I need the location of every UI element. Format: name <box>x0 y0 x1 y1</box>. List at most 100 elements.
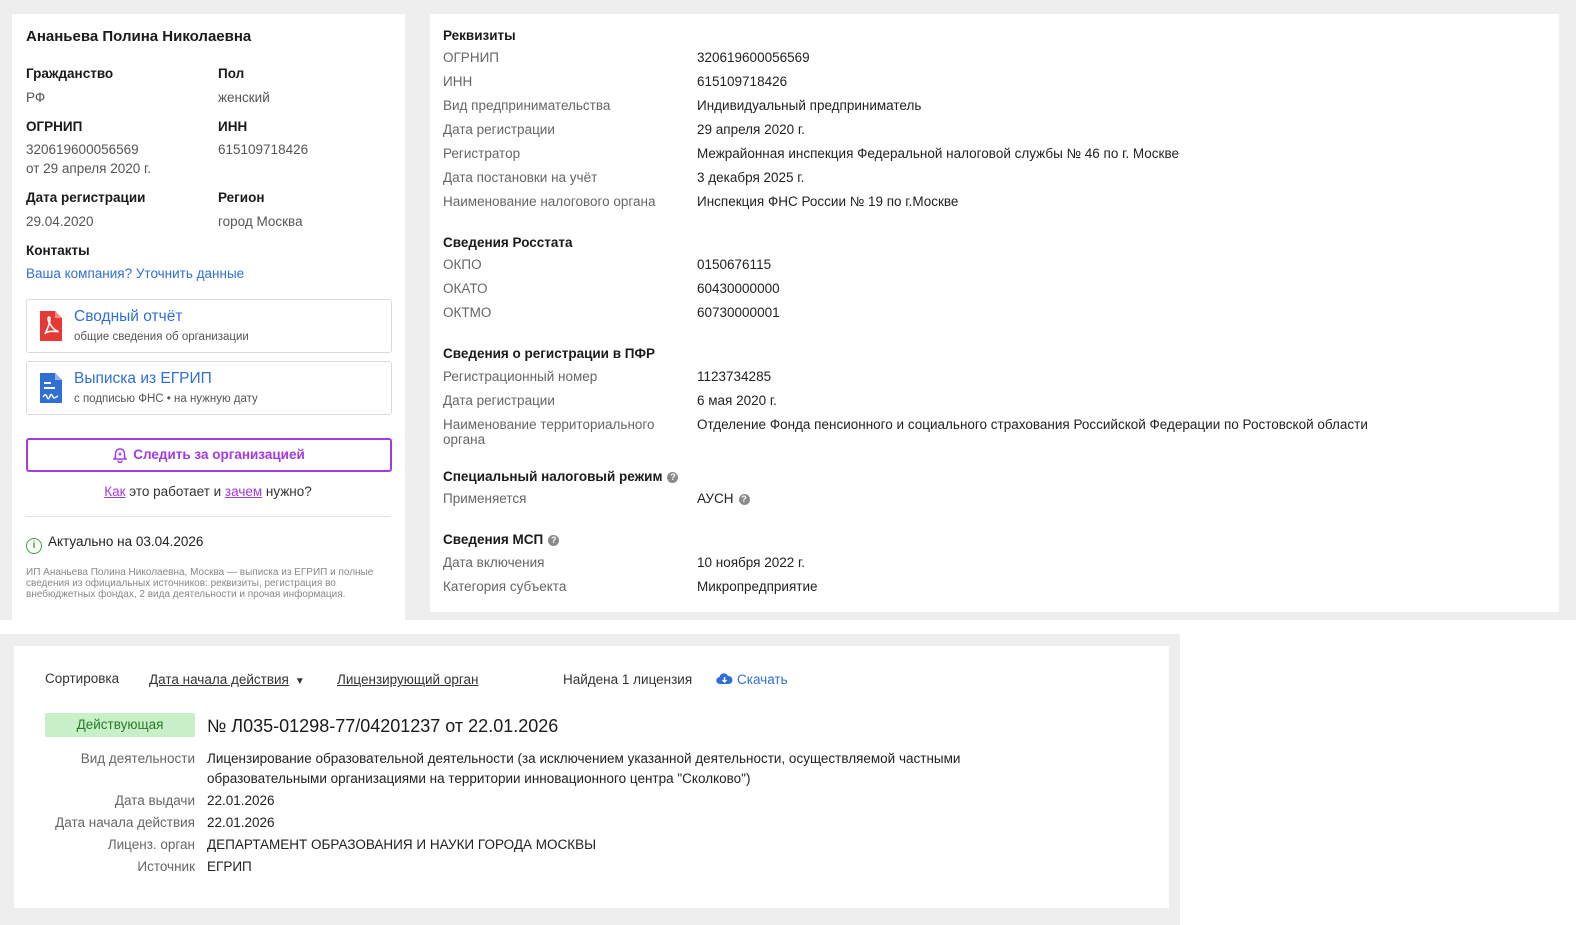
tax-regime-label: Применяется <box>443 491 527 506</box>
egrip-extract-card[interactable]: Выписка из ЕГРИП с подписью ФНС • на нуж… <box>26 361 392 415</box>
req-row-label: Вид предпринимательства <box>443 98 611 113</box>
summary-report-subtitle: общие сведения об организации <box>74 331 249 343</box>
egrip-extract-title: Выписка из ЕГРИП <box>74 370 212 387</box>
divider <box>26 516 390 517</box>
inn-value: 615109718426 <box>218 142 309 157</box>
license-status-badge: Действующая <box>45 713 195 737</box>
msp-row-label: Дата включения <box>443 555 545 570</box>
bell-icon <box>113 448 128 463</box>
tax-regime-value: АУСН? <box>697 491 750 506</box>
msp-row-value: 10 ноября 2022 г. <box>697 555 805 570</box>
summary-report-card[interactable]: Сводный отчёт общие сведения об организа… <box>26 299 392 353</box>
req-row-value: 615109718426 <box>697 74 788 89</box>
why-link[interactable]: зачем <box>225 484 262 499</box>
company-description: ИП Ананьева Полина Николаевна, Москва — … <box>26 567 374 600</box>
claim-company-link[interactable]: Ваша компания? Уточнить данные <box>26 264 244 283</box>
how-link[interactable]: Как <box>104 484 125 499</box>
info-icon: i <box>26 538 42 554</box>
reg-date-value: 29.04.2020 <box>26 214 94 229</box>
citizenship-value: РФ <box>26 90 46 105</box>
req-row-label: Дата постановки на учёт <box>443 170 598 185</box>
ogrnip-value: 320619600056569 <box>26 142 139 157</box>
entrepreneur-name: Ананьева Полина Николаевна <box>26 28 252 45</box>
sort-arrow-icon: ▼ <box>294 676 305 687</box>
document-signature-icon <box>40 373 62 403</box>
follow-company-label: Следить за организацией <box>133 447 305 462</box>
how-text-1: это работает и <box>125 484 225 499</box>
pfr-title: Сведения о регистрации в ПФР <box>443 346 656 361</box>
pfr-row-label: Наименование территориального органа <box>443 417 655 447</box>
pfr-row-label: Дата регистрации <box>443 393 555 408</box>
tax-regime-title: Специальный налоговый режим? <box>443 469 679 484</box>
req-row-value: Инспекция ФНС России № 19 по г.Москве <box>697 194 959 209</box>
rosstat-row-label: ОКАТО <box>443 281 488 296</box>
region-label: Регион <box>218 190 265 205</box>
req-row-label: Дата регистрации <box>443 122 555 137</box>
license-row-value: 22.01.2026 <box>207 815 275 830</box>
sort-by-licensing-body[interactable]: Лицензирующий орган <box>337 672 478 687</box>
rosstat-row-value: 60430000000 <box>697 281 780 296</box>
requisites-title: Реквизиты <box>443 28 516 43</box>
inn-label: ИНН <box>218 119 248 134</box>
sort-option-label: Дата начала действия <box>149 672 289 687</box>
pfr-row-value: 1123734285 <box>697 369 772 384</box>
ogrnip-date: от 29 апреля 2020 г. <box>26 161 152 176</box>
req-row-label: ИНН <box>443 74 473 89</box>
citizenship-label: Гражданство <box>26 66 114 81</box>
license-row-label: Дата выдачи <box>114 793 195 808</box>
req-row-label: Регистратор <box>443 146 521 161</box>
req-row-value: Межрайонная инспекция Федеральной налого… <box>697 146 1179 161</box>
license-row-value: Лицензирование образовательной деятельно… <box>207 751 961 786</box>
license-number: № Л035-01298-77/04201237 от 22.01.2026 <box>207 716 559 736</box>
license-row-value: ЕГРИП <box>207 859 252 874</box>
help-icon[interactable]: ? <box>548 535 560 546</box>
how-it-works-text: Как это работает и зачем нужно? <box>26 484 390 499</box>
req-row-value: 320619600056569 <box>697 50 810 65</box>
licenses-card: Сортировка Дата начала действия ▼ Лицензи… <box>14 646 1169 908</box>
msp-title-text: Сведения МСП <box>443 532 544 547</box>
pfr-row-value: 6 мая 2020 г. <box>697 393 777 408</box>
ogrnip-label: ОГРНИП <box>26 119 83 134</box>
cloud-download-icon <box>716 673 733 685</box>
rosstat-row-value: 0150676115 <box>697 257 772 272</box>
requisites-card: Реквизиты ОГРНИП 320619600056569 ИНН 615… <box>430 14 1559 612</box>
msp-title: Сведения МСП? <box>443 532 560 547</box>
help-icon[interactable]: ? <box>738 494 750 505</box>
req-row-value: Индивидуальный предприниматель <box>697 98 922 113</box>
licenses-found-count: Найдена 1 лицензия <box>563 672 693 687</box>
company-summary-card: Ананьева Полина Николаевна Гражданство Р… <box>12 14 405 620</box>
pfr-row-value: Отделение Фонда пенсионного и социальног… <box>697 417 1368 432</box>
rosstat-title: Сведения Росстата <box>443 235 573 250</box>
summary-report-title: Сводный отчёт <box>74 308 183 325</box>
gender-label: Пол <box>218 66 245 81</box>
egrip-extract-subtitle: с подписью ФНС • на нужную дату <box>74 393 258 405</box>
license-row-label: Дата начала действия <box>55 815 195 830</box>
rosstat-row-value: 60730000001 <box>697 305 780 320</box>
license-row-label: Лиценз. орган <box>107 837 195 852</box>
download-label: Скачать <box>737 672 788 687</box>
reg-date-label: Дата регистрации <box>26 190 146 205</box>
contacts-label: Контакты <box>26 243 90 258</box>
msp-row-label: Категория субъекта <box>443 579 567 594</box>
gender-value: женский <box>218 90 270 105</box>
license-row-label: Вид деятельности <box>80 751 195 766</box>
actuality-status: i Актуально на 03.04.2026 <box>26 534 203 554</box>
tax-regime-title-text: Специальный налоговый режим <box>443 469 663 484</box>
req-row-value: 3 декабря 2025 г. <box>697 170 805 185</box>
sort-by-start-date[interactable]: Дата начала действия ▼ <box>149 672 305 687</box>
region-value: город Москва <box>218 214 303 229</box>
req-row-value: 29 апреля 2020 г. <box>697 122 805 137</box>
help-icon[interactable]: ? <box>667 472 679 483</box>
license-row-value: ДЕПАРТАМЕНТ ОБРАЗОВАНИЯ И НАУКИ ГОРОДА М… <box>207 837 597 852</box>
req-row-label: Наименование налогового органа <box>443 194 656 209</box>
tax-regime-value-text: АУСН <box>697 491 734 506</box>
pdf-icon <box>40 311 62 341</box>
download-link[interactable]: Скачать <box>716 672 788 687</box>
how-text-2: нужно? <box>262 484 312 499</box>
rosstat-row-label: ОКТМО <box>443 305 492 320</box>
req-row-label: ОГРНИП <box>443 50 499 65</box>
license-row-value: 22.01.2026 <box>207 793 275 808</box>
follow-company-button[interactable]: Следить за организацией <box>26 438 392 472</box>
msp-row-value: Микропредприятие <box>697 579 818 594</box>
actuality-text: Актуально на 03.04.2026 <box>48 534 204 549</box>
